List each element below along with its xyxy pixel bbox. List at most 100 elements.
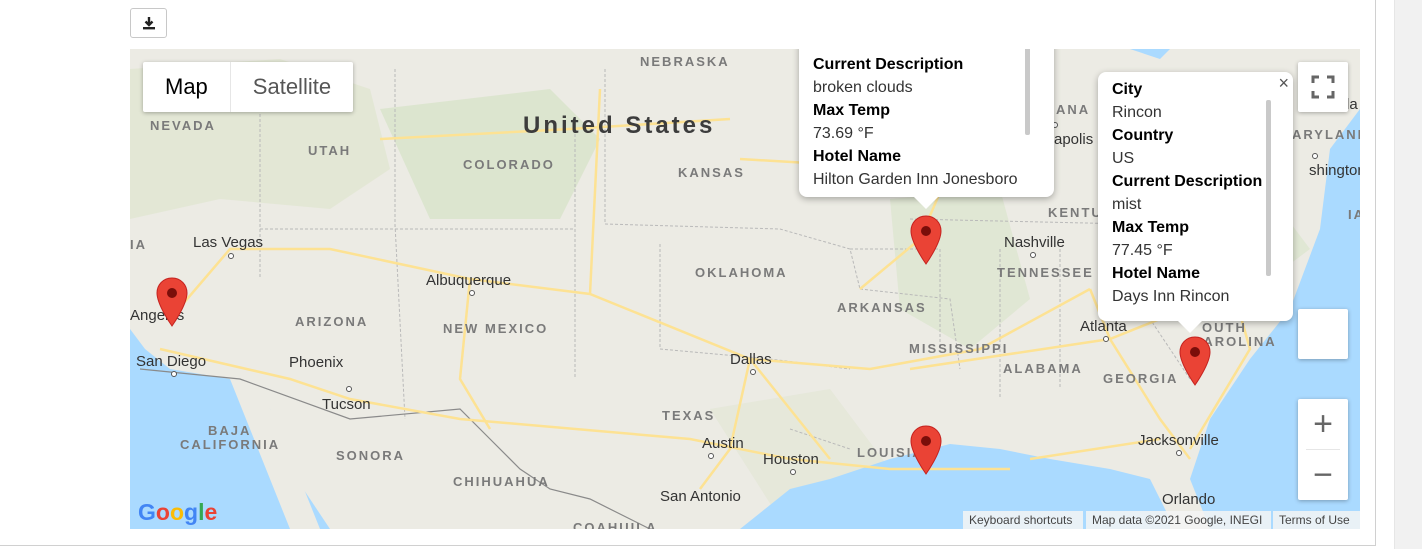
info1-current-description-label: Current Description [813,56,964,73]
terms-of-use-link[interactable]: Terms of Use [1273,511,1360,529]
google-logo-g2: g [184,499,199,525]
label-chihuahua: CHIHUAHUA [453,474,550,489]
info2-city-value: Rincon [1112,104,1162,121]
zoom-out-button[interactable]: − [1298,450,1348,500]
marker-los-angeles[interactable] [156,277,188,327]
label-mississippi: MISSISSIPPI [909,341,1009,356]
label-indiana: ANA [1056,102,1091,117]
label-sonora: SONORA [336,448,406,463]
label-san-antonio: San Antonio [660,488,741,505]
label-arkansas: ARKANSAS [837,300,927,315]
label-arizona: ARIZONA [295,314,369,329]
info1-max-temp-value: 73.69 °F [813,125,874,142]
info1-hotel-name-value: Hilton Garden Inn Jonesboro [813,171,1018,188]
label-colorado: COLORADO [463,157,555,172]
label-nashville: Nashville [1004,234,1065,251]
label-ia-edge: IA [130,237,147,252]
label-san-diego: San Diego [136,353,207,370]
label-kentucky: KENTU [1048,205,1103,220]
info1-scrollbar[interactable] [1025,49,1030,135]
map-type-map-button[interactable]: Map [143,62,230,112]
info2-max-temp-value: 77.45 °F [1112,242,1173,259]
label-nebraska: NEBRASKA [640,54,730,69]
google-logo-e: e [204,499,218,525]
label-jacksonville: Jacksonville [1138,432,1219,449]
dot-las-vegas [228,253,234,259]
label-new-mexico: NEW MEXICO [443,321,549,336]
info-window-rincon: City Rincon Country US Current Descripti… [1098,72,1293,321]
info2-current-description-label: Current Description [1112,173,1263,190]
dot-nashville [1030,252,1036,258]
fullscreen-button[interactable] [1298,62,1348,112]
dot-phoenix [346,386,352,392]
info2-max-temp-label: Max Temp [1112,219,1190,236]
dot-atlanta [1103,336,1109,342]
info2-current-description-value: mist [1112,196,1142,213]
keyboard-shortcuts-link[interactable]: Keyboard shortcuts [963,511,1083,529]
label-dallas: Dallas [730,351,772,368]
label-baja-california-2: CALIFORNIA [180,437,281,452]
info2-country-value: US [1112,150,1135,167]
dot-dallas [750,369,756,375]
info2-scrollbar[interactable] [1266,100,1271,276]
label-baja-california-1: BAJA [208,423,252,438]
marker-jonesboro[interactable] [910,215,942,265]
dot-houston [790,469,796,475]
page-scrollbar[interactable] [1394,0,1422,549]
info2-city-label: City [1112,81,1143,98]
label-georgia: GEORGIA [1103,371,1179,386]
label-alabama: ALABAMA [1003,361,1083,376]
map-type-control: Map Satellite [143,62,354,112]
info-window-jonesboro: US Current Description broken clouds Max… [799,49,1054,197]
dot-jacksonville [1176,450,1182,456]
label-united-states: United States [523,112,716,139]
info1-tail [914,197,938,209]
info2-hotel-name-value: Days Inn Rincon [1112,288,1230,305]
info2-tail [1178,321,1202,333]
label-phoenix: Phoenix [289,354,344,371]
download-button[interactable] [130,8,167,38]
download-icon [142,17,155,30]
map-type-satellite-button[interactable]: Satellite [229,62,353,112]
label-oklahoma: OKLAHOMA [695,265,788,280]
label-coahuila: COAHUILA [573,520,658,529]
label-tucson: Tucson [322,396,371,413]
label-maryland: ARYLAND [1292,127,1360,142]
label-indianapolis: apolis [1054,131,1094,148]
label-atlanta: Atlanta [1080,318,1127,335]
google-logo[interactable]: Google [138,499,217,526]
info2-hotel-name-label: Hotel Name [1112,265,1201,282]
info1-max-temp-label: Max Temp [813,102,891,119]
info2-close-icon[interactable]: × [1278,74,1289,92]
label-south-carolina-1: OUTH [1202,320,1247,335]
marker-rincon[interactable] [1179,336,1211,386]
label-orlando: Orlando [1162,491,1216,508]
zoom-in-button[interactable]: + [1298,399,1348,449]
dot-washington [1312,153,1318,159]
label-kansas: KANSAS [678,165,745,180]
label-tennessee: TENNESSEE [997,265,1094,280]
map-data-attribution: Map data ©2021 Google, INEGI [1086,511,1271,529]
label-nevada: NEVADA [150,118,216,133]
info1-current-description-value: broken clouds [813,79,913,96]
label-austin: Austin [702,435,744,452]
dot-san-diego [171,371,177,377]
street-view-button[interactable] [1298,309,1348,359]
dot-austin [708,453,714,459]
label-las-vegas: Las Vegas [193,234,264,251]
info2-country-label: Country [1112,127,1174,144]
map-canvas[interactable]: NEBRASKA NEVADA UTAH COLORADO KANSAS Uni… [130,49,1360,529]
info1-hotel-name-label: Hotel Name [813,148,902,165]
label-washington: shington [1309,162,1360,179]
zoom-control: + − [1298,399,1348,500]
dot-albuquerque [469,290,475,296]
google-logo-o2: o [169,499,185,525]
label-utah: UTAH [308,143,352,158]
label-texas: TEXAS [662,408,716,423]
marker-louisiana[interactable] [910,425,942,475]
label-albuquerque: Albuquerque [426,272,512,289]
label-ia-edge-right: IA [1348,207,1360,222]
google-logo-o1: o [155,499,170,525]
google-logo-g: G [138,499,156,525]
fullscreen-icon [1311,75,1335,99]
